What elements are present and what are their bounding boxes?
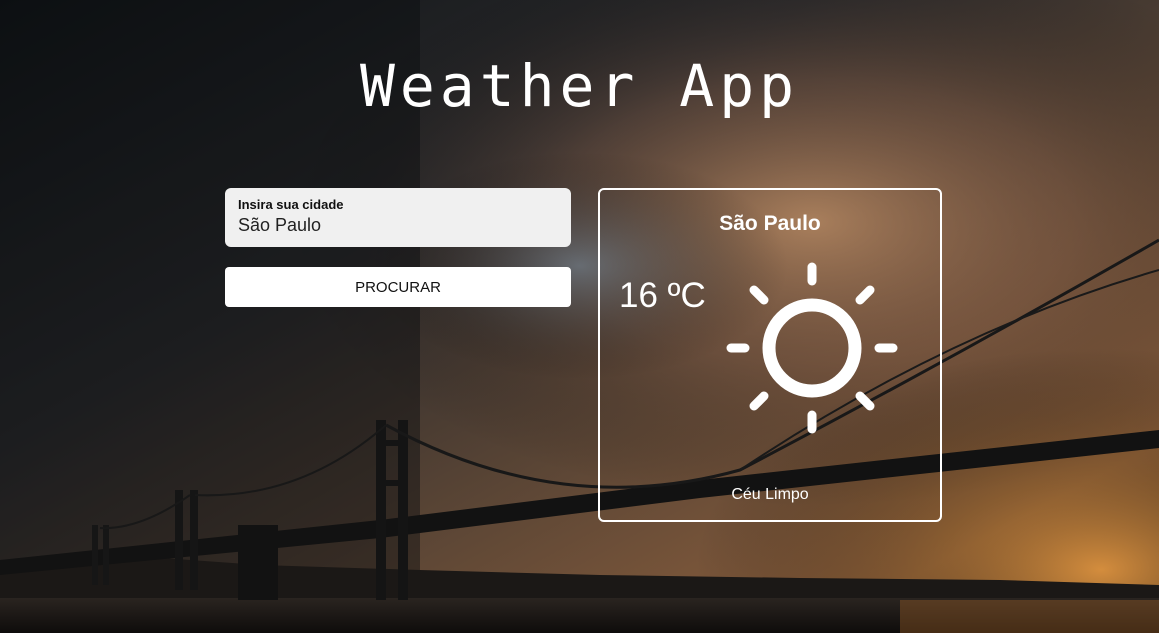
app-title: Weather App xyxy=(359,52,800,120)
weather-card: São Paulo 16 ºC Céu Limpo xyxy=(598,188,942,522)
weather-city: São Paulo xyxy=(719,212,821,235)
weather-temperature: 16 ºC xyxy=(619,276,706,315)
search-button[interactable]: PROCURAR xyxy=(225,267,571,307)
city-input-label: Insira sua cidade xyxy=(238,197,344,212)
city-input[interactable] xyxy=(238,215,548,236)
sun-icon xyxy=(726,262,898,434)
city-search-field[interactable]: Insira sua cidade xyxy=(225,188,571,247)
weather-description: Céu Limpo xyxy=(731,486,809,503)
